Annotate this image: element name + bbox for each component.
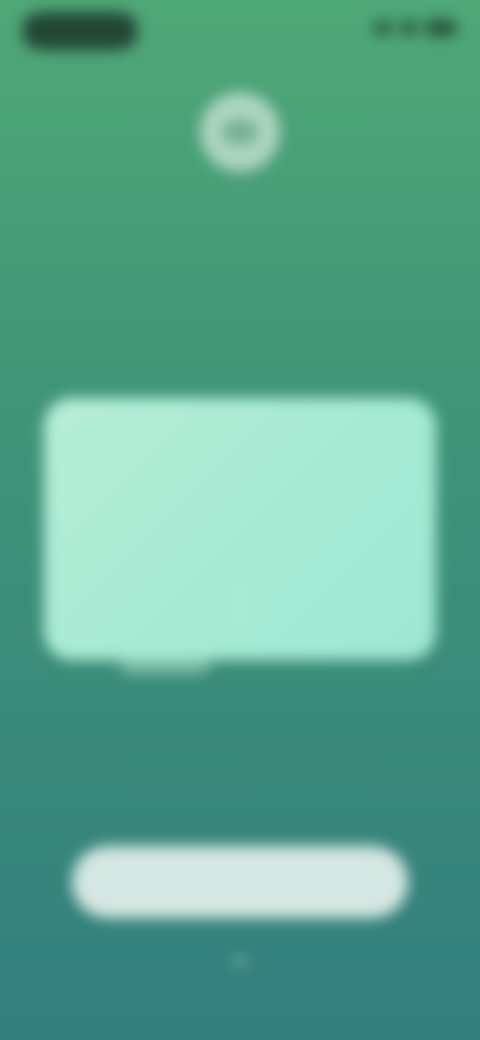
- dialog-pointer: [120, 656, 210, 674]
- app-logo-icon: [200, 92, 280, 172]
- status-time-pill: [22, 12, 138, 50]
- dialog-card: [44, 398, 436, 660]
- status-icons: [374, 20, 456, 36]
- signal-icon: [374, 21, 392, 35]
- status-bar: [0, 0, 480, 56]
- page-indicator: [232, 958, 248, 966]
- battery-icon: [426, 20, 456, 36]
- continue-button[interactable]: [72, 846, 408, 918]
- wifi-icon: [400, 21, 418, 35]
- app-logo-mark: [222, 120, 258, 144]
- dialog-divider: [240, 582, 242, 632]
